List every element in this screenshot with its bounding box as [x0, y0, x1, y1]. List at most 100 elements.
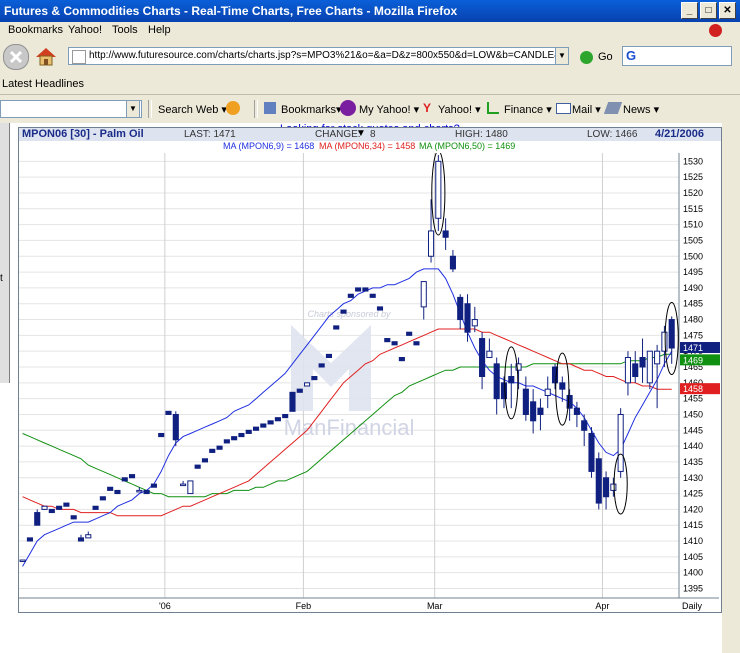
candle-body — [595, 458, 602, 504]
candle-body — [471, 319, 478, 327]
window-title: Futures & Commodities Charts - Real-Time… — [4, 4, 458, 18]
candle-body — [143, 489, 150, 495]
go-arrow-icon[interactable] — [580, 51, 593, 64]
home-icon — [36, 48, 56, 66]
yahoo-search-dropdown[interactable]: ▼ — [126, 100, 140, 118]
url-bar[interactable]: http://www.futuresource.com/charts/chart… — [68, 47, 568, 65]
candle-body — [420, 281, 427, 308]
candle-body — [318, 363, 325, 368]
stop-loading-icon[interactable] — [709, 24, 722, 37]
candle-body — [150, 483, 157, 488]
candle-body — [26, 537, 33, 542]
y-tick-label: 1510 — [683, 220, 703, 230]
candle-body — [617, 413, 624, 472]
candle-body — [347, 293, 354, 298]
candle-body — [508, 376, 515, 384]
highlight-icon[interactable] — [226, 101, 240, 115]
candle-body — [19, 559, 26, 563]
y-tick-label: 1430 — [683, 473, 703, 483]
candle-body — [41, 505, 48, 510]
candle-body — [158, 432, 165, 438]
minimize-button[interactable]: _ — [681, 2, 698, 19]
candle-body — [209, 448, 216, 453]
candle-body — [413, 341, 420, 346]
candle-body — [384, 338, 391, 343]
candle-body — [325, 353, 332, 359]
candle-body — [573, 407, 580, 415]
candle-body — [610, 483, 617, 491]
candle-body — [165, 410, 172, 415]
chart-symbol: MPON06 [30] - Palm Oil — [22, 128, 144, 140]
watermark-brand-text: ManFinancial — [284, 415, 415, 440]
yahoo-toolbar: ▼ Search Web ▾ Bookmarks▾ My Yahoo! ▾ Y … — [0, 95, 740, 123]
stop-button[interactable] — [3, 44, 29, 70]
candle-body — [128, 474, 136, 479]
candle-body — [114, 489, 121, 495]
candle-body — [85, 534, 92, 539]
y-tick-label: 1395 — [683, 584, 703, 594]
candle-body — [216, 445, 223, 450]
candle-body — [289, 391, 296, 412]
candle-body — [92, 505, 99, 510]
y-tick-label: 1505 — [683, 235, 703, 245]
candle-body — [223, 439, 230, 444]
candle-body — [603, 477, 610, 498]
yahoo-logo-icon: Y — [423, 101, 432, 115]
y-tick-label: 1410 — [683, 536, 703, 546]
mail-button[interactable]: Mail ▾ — [572, 103, 601, 116]
candle-body — [376, 306, 384, 311]
y-tick-label: 1515 — [683, 204, 703, 214]
search-box[interactable]: G — [622, 46, 732, 66]
yahoo-bookmarks-button[interactable]: Bookmarks▾ — [281, 103, 342, 116]
y-tick-label: 1450 — [683, 409, 703, 419]
stop-icon — [9, 50, 23, 64]
latest-headlines-link[interactable]: Latest Headlines — [2, 78, 84, 90]
bookmarks-icon — [264, 102, 276, 114]
window-title-bar[interactable]: Futures & Commodities Charts - Real-Time… — [0, 0, 740, 22]
candle-body — [180, 483, 187, 487]
candle-body — [340, 309, 347, 314]
candle-body — [260, 423, 267, 428]
y-tick-label: 1480 — [683, 315, 703, 325]
candle-body — [99, 496, 106, 501]
candle-body — [56, 505, 63, 510]
bookmarks-toolbar: Latest Headlines — [0, 74, 740, 95]
yahoo-button[interactable]: Yahoo! ▾ — [438, 103, 481, 116]
y-tick-label: 1475 — [683, 330, 703, 340]
news-button[interactable]: News ▾ — [623, 103, 659, 116]
y-tick-label: 1445 — [683, 425, 703, 435]
y-tick-label: 1425 — [683, 489, 703, 499]
candle-body — [500, 382, 508, 400]
maximize-button[interactable]: □ — [700, 2, 717, 19]
go-button[interactable]: Go — [598, 51, 613, 63]
candle-body — [107, 486, 114, 491]
home-button[interactable] — [33, 44, 57, 68]
page-icon — [72, 50, 86, 64]
candle-body — [559, 382, 566, 390]
candle-body — [48, 508, 55, 514]
candle-body — [464, 303, 471, 333]
yahoo-search-input[interactable] — [0, 100, 142, 118]
y-tick-label: 1440 — [683, 441, 703, 451]
menu-help[interactable]: Help — [148, 24, 171, 36]
menu-tools[interactable]: Tools — [112, 24, 138, 36]
candle-body — [77, 537, 85, 542]
close-button[interactable]: ✕ — [719, 2, 736, 19]
finance-button[interactable]: Finance ▾ — [504, 103, 552, 116]
menu-bookmarks[interactable]: Bookmarks — [8, 24, 63, 36]
legend-ma34: MA (MPON6,34) = 1458 — [319, 141, 416, 151]
menu-yahoo[interactable]: Yahoo! — [68, 24, 102, 36]
y-tick-label: 1530 — [683, 156, 703, 166]
vertical-scrollbar[interactable] — [722, 123, 740, 653]
candle-body — [654, 350, 661, 365]
url-dropdown-button[interactable]: ▼ — [555, 47, 569, 65]
candle-body — [537, 407, 544, 415]
candle-body — [34, 512, 41, 526]
chart-date: 4/21/2006 — [655, 128, 704, 140]
candle-body — [646, 350, 653, 384]
my-yahoo-button[interactable]: My Yahoo! ▾ — [359, 103, 419, 116]
candle-body — [231, 436, 238, 441]
search-web-button[interactable]: Search Web ▾ — [158, 103, 227, 116]
finance-icon — [487, 102, 499, 114]
candle-body — [245, 429, 252, 434]
